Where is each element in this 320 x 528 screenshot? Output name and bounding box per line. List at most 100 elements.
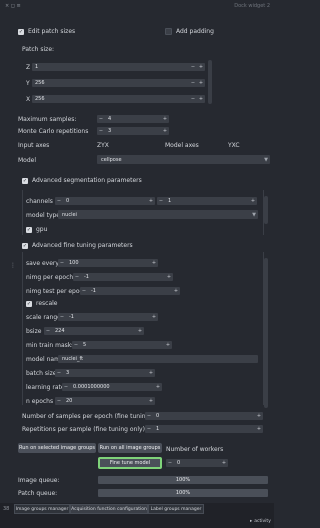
minus-icon[interactable]: − <box>72 342 80 348</box>
minus-icon[interactable]: − <box>145 413 153 419</box>
activity-indicator[interactable]: ▸ activity <box>250 519 271 524</box>
minus-icon[interactable]: − <box>55 198 63 204</box>
model-axes-label: Model axes <box>165 142 199 149</box>
minus-icon[interactable]: − <box>97 128 105 134</box>
dock-title: Dock widget 2 <box>234 3 270 9</box>
minus-icon[interactable]: − <box>73 274 81 280</box>
plus-icon[interactable]: + <box>249 198 257 204</box>
plus-icon[interactable]: + <box>172 288 180 294</box>
plus-icon[interactable]: + <box>154 384 162 390</box>
minus-icon[interactable]: − <box>189 96 197 102</box>
nimg-test-spinbox[interactable]: − -1 + <box>80 287 180 295</box>
dock-controls[interactable]: × ◻ ≡ <box>5 3 21 9</box>
tab-image-groups-manager[interactable]: Image groups manager <box>14 504 70 514</box>
tab-acquisition-function-configuration[interactable]: Acquisition function configuration <box>70 504 148 514</box>
z-label: Z <box>26 64 31 71</box>
unchecked-box-icon <box>165 28 172 35</box>
samples-per-epoch-spinbox[interactable]: − 0 + <box>145 412 263 420</box>
minus-icon[interactable]: − <box>55 370 63 376</box>
plus-icon[interactable]: + <box>197 96 205 102</box>
patch-size-label: Patch size: <box>22 46 55 53</box>
z-spinbox[interactable]: 1 − + <box>32 63 205 71</box>
minus-icon[interactable]: − <box>58 314 66 320</box>
mc-repetitions-spinbox[interactable]: − 3 + <box>97 127 169 135</box>
workers-spinbox[interactable]: − 0 + <box>166 459 228 467</box>
input-axes-value: ZYX <box>97 142 109 149</box>
minus-icon[interactable]: − <box>58 260 66 266</box>
reps-per-sample-label: Repetitions per sample (fine tuning only… <box>22 426 147 433</box>
max-samples-label: Maximum samples: <box>18 116 77 123</box>
plus-icon[interactable]: + <box>220 460 228 466</box>
image-queue-label: Image queue: <box>18 477 60 484</box>
minus-icon[interactable]: − <box>189 80 197 86</box>
bsize-label: bsize <box>26 328 42 335</box>
plus-icon[interactable]: + <box>161 116 169 122</box>
minus-icon[interactable]: − <box>157 198 165 204</box>
plus-icon[interactable]: + <box>136 328 144 334</box>
model-axes-value: YXC <box>228 142 240 149</box>
x-label: X <box>26 96 31 103</box>
minus-icon[interactable]: − <box>44 328 52 334</box>
y-spinbox[interactable]: 256 − + <box>32 79 205 87</box>
minus-icon[interactable]: − <box>166 460 174 466</box>
run-all-button[interactable]: Run on all image groups <box>98 443 162 453</box>
fine-tune-button[interactable]: Fine tune model <box>98 457 162 469</box>
minus-icon[interactable]: − <box>97 116 105 122</box>
channel-a-spinbox[interactable]: − 0 + <box>55 197 155 205</box>
reps-per-sample-spinbox[interactable]: − 1 + <box>145 425 263 433</box>
patch-scrollbar[interactable] <box>208 60 212 104</box>
y-label: Y <box>26 80 30 87</box>
minus-icon[interactable]: − <box>80 288 88 294</box>
add-padding-checkbox[interactable]: Add padding <box>165 28 214 35</box>
n-epochs-spinbox[interactable]: − 20 + <box>55 397 155 405</box>
plus-icon[interactable]: + <box>255 413 263 419</box>
model-type-label: model type <box>26 212 60 219</box>
rescale-checkbox[interactable]: ✓ rescale <box>26 300 58 307</box>
n-epochs-label: n epochs <box>26 398 54 405</box>
minus-icon[interactable]: − <box>55 398 63 404</box>
plus-icon[interactable]: + <box>197 80 205 86</box>
plus-icon[interactable]: + <box>150 260 158 266</box>
batch-size-spinbox[interactable]: − 3 + <box>55 369 155 377</box>
plus-icon[interactable]: + <box>165 274 173 280</box>
nimg-per-epoch-spinbox[interactable]: − -1 + <box>73 273 173 281</box>
input-axes-label: Input axes <box>18 142 50 149</box>
bsize-spinbox[interactable]: − 224 + <box>44 327 144 335</box>
fine-tuning-scrollbar[interactable] <box>264 258 268 408</box>
model-name-input[interactable]: nuclei_ft <box>58 355 258 363</box>
drag-handle-icon[interactable]: ⋮ <box>10 262 16 269</box>
activity-icon: ▸ <box>250 519 253 524</box>
save-every-spinbox[interactable]: − 100 + <box>58 259 158 267</box>
minus-icon[interactable]: − <box>189 64 197 70</box>
tab-label-groups-manager[interactable]: Label groups manager <box>148 504 204 514</box>
plus-icon[interactable]: + <box>255 426 263 432</box>
plus-icon[interactable]: + <box>197 64 205 70</box>
plus-icon[interactable]: + <box>164 342 172 348</box>
min-train-masks-spinbox[interactable]: − 5 + <box>72 341 172 349</box>
segmentation-scrollbar[interactable] <box>264 196 268 224</box>
max-samples-spinbox[interactable]: − 4 + <box>97 115 169 123</box>
save-every-label: save every <box>26 260 59 267</box>
channel-b-spinbox[interactable]: − 1 + <box>157 197 257 205</box>
x-spinbox[interactable]: 256 − + <box>32 95 205 103</box>
edit-patch-sizes-checkbox[interactable]: ✓ Edit patch sizes <box>18 28 75 35</box>
gpu-checkbox[interactable]: ✓ gpu <box>26 226 47 233</box>
plus-icon[interactable]: + <box>147 198 155 204</box>
learning-rate-spinbox[interactable]: − 0.0001000000 + <box>62 383 162 391</box>
plus-icon[interactable]: + <box>161 128 169 134</box>
minus-icon[interactable]: − <box>62 384 70 390</box>
model-select[interactable]: cellpose ▼ <box>97 155 270 164</box>
chevron-down-icon: ▼ <box>264 156 268 163</box>
model-type-select[interactable]: nuclei ▼ <box>58 210 258 219</box>
advanced-segmentation-checkbox[interactable]: ✓ Advanced segmentation parameters <box>22 177 142 184</box>
advanced-fine-tuning-checkbox[interactable]: ✓ Advanced fine tuning parameters <box>22 242 133 249</box>
nimg-test-label: nimg test per epoch <box>26 288 87 295</box>
minus-icon[interactable]: − <box>145 426 153 432</box>
plus-icon[interactable]: + <box>147 398 155 404</box>
model-label: Model <box>18 157 37 164</box>
plus-icon[interactable]: + <box>147 370 155 376</box>
run-selected-button[interactable]: Run on selected image groups <box>18 443 96 453</box>
min-train-masks-label: min train masks <box>26 342 75 349</box>
plus-icon[interactable]: + <box>150 314 158 320</box>
scale-range-spinbox[interactable]: − -1 + <box>58 313 158 321</box>
